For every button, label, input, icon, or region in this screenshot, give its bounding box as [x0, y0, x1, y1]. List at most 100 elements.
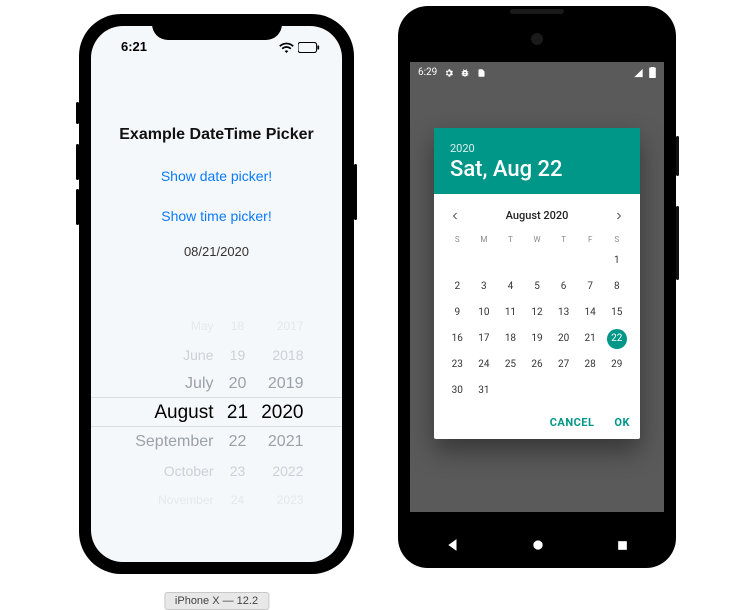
calendar-day[interactable]: 22	[603, 326, 630, 352]
calendar-day[interactable]: 31	[471, 378, 498, 404]
prev-month-button[interactable]	[448, 206, 462, 225]
picker-year[interactable]: 2022	[254, 463, 312, 479]
dialog-year[interactable]: 2020	[450, 142, 624, 155]
device-label: iPhone X — 12.2	[164, 592, 269, 610]
picker-day[interactable]: 21	[222, 402, 254, 424]
calendar-day[interactable]: 29	[603, 352, 630, 378]
picker-day[interactable]: 19	[222, 347, 254, 363]
picker-row[interactable]: August212020	[91, 398, 342, 427]
calendar-day[interactable]: 17	[471, 326, 498, 352]
picker-row[interactable]: September222021	[91, 427, 342, 456]
calendar-day[interactable]: 13	[550, 300, 577, 326]
calendar-day[interactable]: 11	[497, 300, 524, 326]
calendar-day	[497, 248, 524, 274]
picker-month[interactable]: November	[122, 493, 222, 507]
android-status-bar: 6:29	[410, 62, 664, 84]
calendar-day[interactable]: 21	[577, 326, 604, 352]
calendar-day	[550, 248, 577, 274]
show-date-picker-button[interactable]: Show date picker!	[91, 168, 342, 184]
picker-day[interactable]: 23	[222, 463, 254, 479]
calendar-day[interactable]: 10	[471, 300, 498, 326]
iphone-notch	[152, 14, 282, 40]
picker-year[interactable]: 2020	[254, 402, 312, 424]
calendar-day[interactable]: 27	[550, 352, 577, 378]
picker-day[interactable]: 24	[222, 493, 254, 507]
weekday-header: S	[444, 231, 471, 248]
picker-year[interactable]: 2023	[254, 493, 312, 507]
calendar-week: 9101112131415	[444, 300, 630, 326]
calendar-day	[577, 378, 604, 404]
calendar-day[interactable]: 14	[577, 300, 604, 326]
picker-row[interactable]: June192018	[91, 340, 342, 369]
picker-year[interactable]: 2021	[254, 433, 312, 451]
next-month-button[interactable]	[612, 206, 626, 225]
nav-recent-icon[interactable]	[616, 539, 629, 552]
cancel-button[interactable]: CANCEL	[550, 416, 595, 429]
show-time-picker-button[interactable]: Show time picker!	[91, 208, 342, 224]
picker-row[interactable]: October232022	[91, 456, 342, 485]
weekday-header: T	[550, 231, 577, 248]
picker-month[interactable]: June	[122, 347, 222, 363]
picker-month[interactable]: September	[122, 433, 222, 451]
nav-home-icon[interactable]	[531, 538, 545, 552]
calendar-day[interactable]: 1	[603, 248, 630, 274]
calendar-day	[603, 378, 630, 404]
calendar-day	[444, 248, 471, 274]
calendar-day[interactable]: 19	[524, 326, 551, 352]
ok-button[interactable]: OK	[614, 416, 630, 429]
picker-year[interactable]: 2018	[254, 347, 312, 363]
calendar-day[interactable]: 5	[524, 274, 551, 300]
picker-year[interactable]: 2019	[254, 375, 312, 393]
calendar-day[interactable]: 4	[497, 274, 524, 300]
calendar-day[interactable]: 3	[471, 274, 498, 300]
page-title: Example DateTime Picker	[91, 126, 342, 144]
calendar-day[interactable]: 9	[444, 300, 471, 326]
calendar-day[interactable]: 16	[444, 326, 471, 352]
calendar-month-title: August 2020	[506, 209, 569, 222]
picker-day[interactable]: 20	[222, 375, 254, 393]
calendar-week: 2345678	[444, 274, 630, 300]
calendar-day[interactable]: 28	[577, 352, 604, 378]
picker-row[interactable]: May182017	[91, 311, 342, 340]
calendar-day[interactable]: 25	[497, 352, 524, 378]
picker-row[interactable]: November242023	[91, 485, 342, 514]
android-date-dialog: 2020 Sat, Aug 22 August 2020 SMTWTFS 123…	[434, 128, 640, 439]
calendar-day[interactable]: 23	[444, 352, 471, 378]
dialog-headline-date[interactable]: Sat, Aug 22	[450, 157, 624, 182]
signal-icon	[633, 68, 644, 78]
chevron-left-icon	[450, 211, 460, 221]
calendar-day[interactable]: 15	[603, 300, 630, 326]
weekday-header: S	[603, 231, 630, 248]
calendar-day[interactable]: 2	[444, 274, 471, 300]
picker-day[interactable]: 22	[222, 433, 254, 451]
calendar-week: 16171819202122	[444, 326, 630, 352]
gear-icon	[444, 68, 454, 78]
calendar-day[interactable]: 20	[550, 326, 577, 352]
picker-row[interactable]: July202019	[91, 369, 342, 398]
picker-day[interactable]: 18	[222, 319, 254, 333]
chevron-right-icon	[614, 211, 624, 221]
calendar-day	[524, 378, 551, 404]
calendar-day[interactable]: 18	[497, 326, 524, 352]
calendar-day[interactable]: 24	[471, 352, 498, 378]
ios-datepicker[interactable]: May182017June192018July202019August21202…	[91, 311, 342, 514]
calendar-day[interactable]: 6	[550, 274, 577, 300]
picker-year[interactable]: 2017	[254, 319, 312, 333]
calendar-day[interactable]: 7	[577, 274, 604, 300]
picker-month[interactable]: August	[122, 402, 222, 424]
calendar-day	[550, 378, 577, 404]
calendar-day[interactable]: 8	[603, 274, 630, 300]
picker-month[interactable]: October	[122, 463, 222, 479]
android-clock: 6:29	[418, 67, 437, 78]
ios-clock: 6:21	[121, 39, 147, 54]
calendar-week: 3031	[444, 378, 630, 404]
picker-month[interactable]: May	[122, 319, 222, 333]
nav-back-icon[interactable]	[446, 538, 460, 552]
calendar-day[interactable]: 26	[524, 352, 551, 378]
calendar-day[interactable]: 12	[524, 300, 551, 326]
selected-date-label: 08/21/2020	[91, 244, 342, 259]
wifi-icon	[279, 42, 294, 53]
calendar-day[interactable]: 30	[444, 378, 471, 404]
picker-month[interactable]: July	[122, 375, 222, 393]
bug-icon	[460, 68, 470, 78]
